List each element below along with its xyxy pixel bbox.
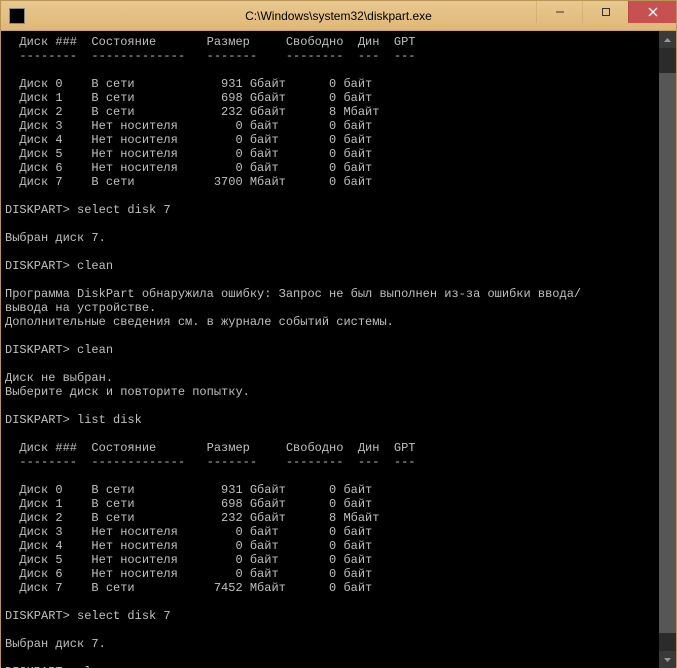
scroll-up-button[interactable] bbox=[659, 31, 676, 48]
window-titlebar: C:\Windows\system32\diskpart.exe bbox=[1, 1, 676, 31]
scrollbar-thumb[interactable] bbox=[659, 73, 676, 633]
scroll-down-button[interactable] bbox=[659, 651, 676, 668]
scrollbar-track[interactable] bbox=[659, 48, 676, 651]
maximize-button[interactable] bbox=[582, 1, 628, 23]
window-controls bbox=[536, 1, 676, 23]
close-button[interactable] bbox=[628, 1, 676, 23]
vertical-scrollbar[interactable] bbox=[659, 31, 676, 668]
minimize-button[interactable] bbox=[536, 1, 582, 23]
terminal-container: Диск ### Состояние Размер Свободно Дин G… bbox=[1, 31, 676, 668]
terminal-output[interactable]: Диск ### Состояние Размер Свободно Дин G… bbox=[1, 31, 660, 668]
app-icon bbox=[9, 8, 25, 24]
